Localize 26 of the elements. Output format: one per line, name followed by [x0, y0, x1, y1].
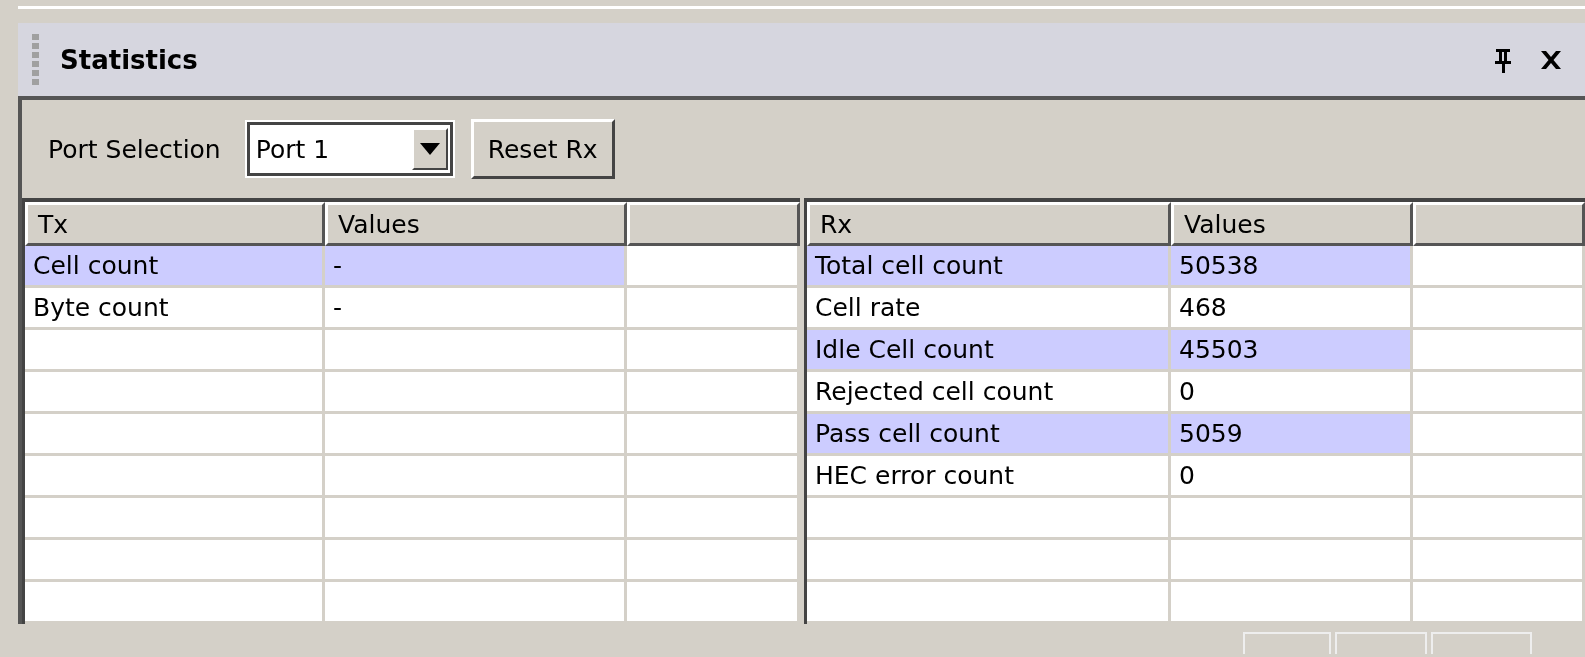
table-cell: -	[325, 288, 627, 330]
panel-title: Statistics	[60, 44, 198, 75]
table-cell: 5059	[1171, 414, 1413, 456]
table-cell: Cell count	[25, 246, 325, 288]
table-cell: Byte count	[25, 288, 325, 330]
table-cell: Idle Cell count	[807, 330, 1171, 372]
column-header[interactable]: Values	[1171, 202, 1413, 246]
reset-rx-button[interactable]: Reset Rx	[470, 119, 615, 179]
column-header[interactable]: Values	[325, 202, 627, 246]
column-header[interactable]	[627, 202, 800, 246]
column-header[interactable]: Tx	[25, 202, 325, 246]
table-cell: 45503	[1171, 330, 1413, 372]
table-cell: HEC error count	[807, 456, 1171, 498]
dropdown-arrow-icon	[419, 143, 440, 155]
table-cell: -	[325, 246, 627, 288]
pin-icon[interactable]	[1493, 46, 1513, 73]
port-selection-label: Port Selection	[48, 134, 221, 164]
grip-icon[interactable]	[32, 33, 40, 86]
table-cell: Pass cell count	[807, 414, 1171, 456]
table-cell: 0	[1171, 456, 1413, 498]
port-select[interactable]: Port 1	[246, 122, 453, 176]
table-cell: 50538	[1171, 246, 1413, 288]
column-header[interactable]: Rx	[807, 202, 1171, 246]
table-cell: Total cell count	[807, 246, 1171, 288]
column-header[interactable]	[1413, 202, 1585, 246]
close-icon[interactable]	[1539, 49, 1563, 70]
